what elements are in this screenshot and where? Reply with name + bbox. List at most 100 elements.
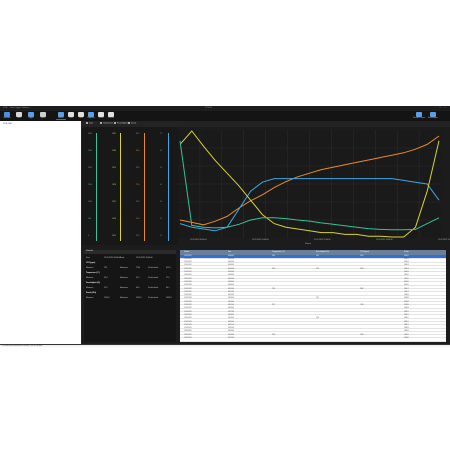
tab-2[interactable]: Feuchtigkeit (114, 122, 128, 126)
table-cell: 12.05.2021 (184, 318, 192, 320)
table-cell: 08:23:00 (228, 331, 234, 333)
table-cell: 12.05.2021 (184, 272, 192, 274)
table-cell: 08:08:00 (228, 281, 234, 283)
x-axis-tick: 12.05.2021 14:00:00 (376, 239, 393, 241)
ribbon-button-icon (68, 112, 74, 117)
tab-3[interactable]: Druck (128, 122, 136, 126)
ribbon-button-8[interactable]: Tabelle (96, 112, 106, 120)
table-cell: 12.05.2021 (184, 275, 192, 277)
x-axis-tick: 12.05.2021 10:00:00 (252, 239, 269, 241)
table-cell: 1030,3 (404, 265, 409, 267)
statistics-value: Minimum (86, 266, 94, 269)
y-axis-tick: 30,0 (136, 150, 140, 152)
table-cell: 12.05.2021 (184, 265, 192, 267)
table-cell: 12.05.2021 (184, 308, 192, 310)
statistics-value: 1025,0 (104, 296, 110, 299)
ribbon-button-9[interactable]: Drucken (106, 112, 116, 120)
statistics-value: Durchschnitt (148, 276, 158, 279)
statistics-row: Minimum 225 Maximum 2740 Durchschnitt 612,4 (84, 266, 176, 271)
y-axis-tick: 1025 (112, 235, 116, 237)
table-cell: 1030,9 (404, 334, 409, 336)
table-cell: 2700 (360, 255, 364, 257)
maximize-button[interactable]: □ (438, 107, 442, 110)
tab-icon (128, 122, 130, 124)
ribbon-right-button-0[interactable]: Standard Layout (413, 112, 425, 120)
y-axis-tick: 65 (160, 150, 162, 152)
table-cell: 12.05.2021 (184, 281, 192, 283)
table-row[interactable]: 12.05.2021 08:25:00 1030,8 (180, 338, 446, 342)
y-axis-tick: 27,0 (136, 184, 140, 186)
table-cell: 08:03:00 (228, 265, 234, 267)
table-cell: 1310 (360, 334, 364, 336)
y-axis-tick: 1028 (112, 184, 116, 186)
statistics-value: Maximum (120, 266, 128, 269)
status-file-path: C:\Users\Public\Documents\PCE\data_12052… (2, 345, 42, 347)
table-cell: 23,6 (272, 334, 275, 336)
ribbon-button-4[interactable]: Ansicht (56, 112, 66, 120)
table-cell: 08:14:00 (228, 301, 234, 303)
table-cell: 1030,4 (404, 268, 409, 270)
ribbon-button-label: Drucken (108, 117, 114, 119)
tab-1[interactable]: Temperatur (100, 122, 113, 126)
table-cell: 08:09:00 (228, 285, 234, 287)
ribbon-button-icon (4, 112, 10, 117)
table-cell: 12.05.2021 (184, 298, 192, 300)
statistics-section-title: Feuchtigkeit (%) (86, 281, 100, 284)
ribbon-button-0[interactable]: Verbinden (2, 112, 12, 120)
y-axis-tick: 1030 (112, 150, 116, 152)
table-cell: 2410 (360, 268, 364, 270)
ribbon-button-label: Einstellungen (428, 117, 438, 119)
data-table[interactable]: Datum Zeit Temperatur (°C) Feuchtigkeit (%)… (180, 250, 446, 342)
tab-icon (114, 122, 116, 124)
table-cell: 1030,2 (404, 258, 409, 260)
statistics-value: Durchschnitt (148, 286, 158, 289)
line-chart[interactable] (178, 130, 441, 238)
statistics-value: Minimum (86, 276, 94, 279)
table-cell: 12.05.2021 (184, 305, 192, 307)
y-axis-tick: 1031 (112, 133, 116, 135)
y-axis-tick: 3000 (88, 133, 92, 135)
ribbon-button-3[interactable]: Export (38, 112, 48, 120)
y-axis-tick: 25,5 (136, 201, 140, 203)
close-button[interactable]: × (443, 107, 447, 110)
ribbon-active-indicator (56, 119, 66, 120)
table-cell: 1031,0 (404, 314, 409, 316)
table-cell: 08:20:00 (228, 321, 234, 323)
table-cell: 12.05.2021 (184, 334, 192, 336)
table-column-header: CO2 (ppm) (360, 251, 369, 253)
minimize-button[interactable]: – (433, 107, 437, 110)
table-cell: 1030,5 (404, 275, 409, 277)
device-tree-item[interactable]: PCE-THD (3, 123, 12, 125)
ribbon-button-icon (416, 112, 422, 117)
y-axis-tick: 55 (160, 167, 162, 169)
y-axis-tick: 75 (160, 133, 162, 135)
table-cell: 12.05.2021 (184, 288, 192, 290)
table-cell: 08:05:00 (228, 272, 234, 274)
table-cell: 12.05.2021 (184, 268, 192, 270)
table-cell: 1030,8 (404, 295, 409, 297)
table-cell: 08:06:00 (228, 275, 234, 277)
ribbon-right-button-1[interactable]: Einstellungen (428, 112, 438, 120)
table-cell: 1030,9 (404, 308, 409, 310)
table-cell: 1031,0 (404, 321, 409, 323)
table-cell: 1030,8 (404, 301, 409, 303)
tab-0[interactable]: Liste (86, 122, 93, 126)
table-cell: 23,9 (272, 268, 275, 270)
ribbon-button-2[interactable]: Logger (26, 112, 36, 120)
y-axes-panel: 3000 2500 2000 1500 1000 500 0 1031 1030 1029 1028… (82, 127, 178, 245)
statistics-value: 23,4 (104, 276, 108, 279)
ribbon-button-icon (28, 112, 34, 117)
table-cell: 12.05.2021 (184, 328, 192, 330)
ribbon-button-1[interactable]: Datei (14, 112, 24, 120)
ribbon-button-5[interactable]: Zoom (66, 112, 76, 120)
table-cell: 23,8 (272, 288, 275, 290)
ribbon-button-7[interactable]: Diagramm (86, 112, 96, 120)
ribbon-button-6[interactable]: Farbe (76, 112, 86, 120)
statistics-panel: Statistik Start 12.05.2021 08:00:00 Ende 12… (84, 250, 176, 342)
y-axis-tick: 24,0 (136, 218, 140, 220)
statistics-value: 49,0 (136, 286, 140, 289)
statistics-value: 12.05.2021 16:00:00 (136, 256, 153, 259)
x-axis-tick: 12.05.2021 12:00:00 (314, 239, 331, 241)
table-cell: 1030,6 (404, 285, 409, 287)
y-axis-line-0 (96, 133, 97, 241)
